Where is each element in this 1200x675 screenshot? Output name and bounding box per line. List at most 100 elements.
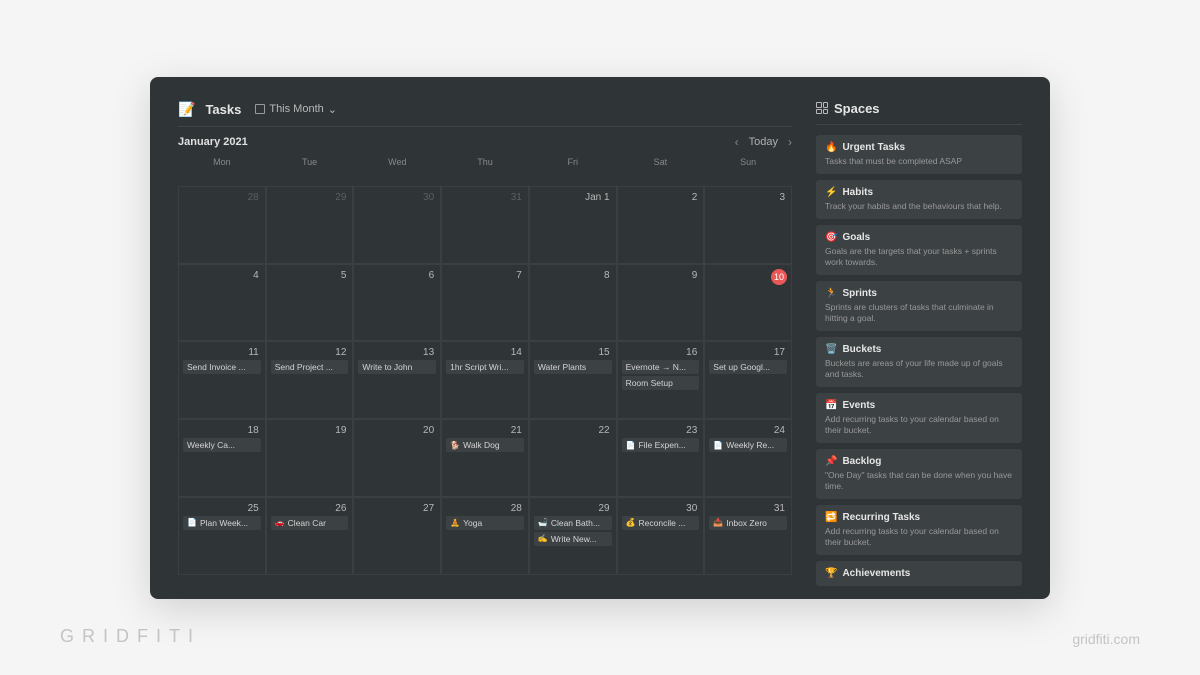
day-number: 13 [358,346,436,358]
calendar-event[interactable]: 📥Inbox Zero [709,516,787,530]
day-cell[interactable]: 16Evernote → N...Room Setup [617,341,705,419]
calendar-event[interactable]: 🧘Yoga [446,516,524,530]
day-cell[interactable]: 10 [704,264,792,342]
day-cell[interactable]: 3 [704,186,792,264]
calendar-event[interactable]: 🐕Walk Dog [446,438,524,452]
day-cell[interactable]: 28🧘Yoga [441,497,529,575]
weekday-label: Sat [617,153,705,187]
calendar-event[interactable]: Water Plants [534,360,612,374]
day-cell[interactable]: 12Send Project ... [266,341,354,419]
calendar-event[interactable]: 📄Plan Week... [183,516,261,530]
day-cell[interactable]: 5 [266,264,354,342]
space-title-text: Urgent Tasks [842,142,905,153]
day-cell[interactable]: 4 [178,264,266,342]
day-number: 17 [709,346,787,358]
day-cell[interactable]: 7 [441,264,529,342]
day-number: 8 [534,269,612,281]
day-cell[interactable]: 26🚗Clean Car [266,497,354,575]
space-card[interactable]: 🗑️BucketsBuckets are areas of your life … [816,337,1022,387]
day-cell[interactable]: 30 [353,186,441,264]
weekday-label: Sun [704,153,792,187]
space-card[interactable]: 🏃SprintsSprints are clusters of tasks th… [816,281,1022,331]
day-cell[interactable]: 141hr Script Wri... [441,341,529,419]
day-cell[interactable]: 8 [529,264,617,342]
space-title: ⚡Habits [825,187,1013,198]
day-cell[interactable]: 6 [353,264,441,342]
event-label: Write New... [551,534,597,544]
day-cell[interactable]: 29🛁Clean Bath...✍️Write New... [529,497,617,575]
day-cell[interactable]: 28 [178,186,266,264]
calendar-event[interactable]: Evernote → N... [622,360,700,374]
day-cell[interactable]: 31 📥Inbox Zero [704,497,792,575]
calendar-event[interactable]: 📄Weekly Re... [709,438,787,452]
day-cell[interactable]: 15 Water Plants [529,341,617,419]
day-cell[interactable]: 17 Set up Googl... [704,341,792,419]
day-cell[interactable]: 27 [353,497,441,575]
calendar-event[interactable]: ✍️Write New... [534,532,612,546]
day-cell[interactable]: 25📄Plan Week... [178,497,266,575]
day-cell[interactable]: 31 [441,186,529,264]
space-icon: 🎯 [825,232,837,243]
next-month-button[interactable]: › [788,135,792,149]
space-title: 🔁Recurring Tasks [825,512,1013,523]
space-card[interactable]: 🔁Recurring TasksAdd recurring tasks to y… [816,505,1022,555]
calendar-event[interactable]: Room Setup [622,376,700,390]
day-cell[interactable]: 21🐕Walk Dog [441,419,529,497]
space-card[interactable]: 📌Backlog"One Day" tasks that can be done… [816,449,1022,499]
day-number: 31 [709,502,787,514]
space-description: Tasks that must be completed ASAP [825,156,1013,167]
day-cell[interactable]: 24📄Weekly Re... [704,419,792,497]
day-number: 22 [534,424,612,436]
chevron-down-icon: ⌄ [328,103,337,116]
calendar-event[interactable]: Weekly Ca... [183,438,261,452]
space-description: Sprints are clusters of tasks that culmi… [825,302,1013,324]
calendar-event[interactable]: Write to John [358,360,436,374]
calendar-event[interactable]: Set up Googl... [709,360,787,374]
prev-month-button[interactable]: ‹ [735,135,739,149]
spaces-title: Spaces [834,101,880,116]
calendar-event[interactable]: 🛁Clean Bath... [534,516,612,530]
day-cell[interactable]: 23 📄File Expen... [617,419,705,497]
watermark-right: gridfiti.com [1072,631,1140,647]
day-cell[interactable]: 18Weekly Ca... [178,419,266,497]
day-cell[interactable]: 19 [266,419,354,497]
day-cell[interactable]: 20 [353,419,441,497]
day-cell[interactable]: 22 [529,419,617,497]
event-label: Water Plants [538,362,586,372]
today-button[interactable]: Today [749,136,778,148]
day-cell[interactable]: 29 [266,186,354,264]
space-title-text: Sprints [842,288,876,299]
day-cell[interactable]: 11Send Invoice ... [178,341,266,419]
space-card[interactable]: 🔥Urgent Tasks Tasks that must be complete… [816,135,1022,174]
event-label: Inbox Zero [726,518,767,528]
space-card[interactable]: 🏆Achievements [816,561,1022,586]
space-description: Add recurring tasks to your calendar bas… [825,414,1013,436]
page-title: Tasks [205,102,241,117]
day-cell[interactable]: 9 [617,264,705,342]
day-number: 31 [446,191,524,203]
day-number: 20 [358,424,436,436]
day-cell[interactable]: 2 [617,186,705,264]
space-card[interactable]: ⚡HabitsTrack your habits and the behavio… [816,180,1022,219]
tasks-icon: 📝 [178,101,195,118]
space-title: 📅Events [825,400,1013,411]
calendar-event[interactable]: 🚗Clean Car [271,516,349,530]
space-card[interactable]: 📅Events Add recurring tasks to your calen… [816,393,1022,443]
space-title: 🔥Urgent Tasks [825,142,1013,153]
app-window: 📝 Tasks This Month ⌄ January 2021 ‹ Toda… [150,77,1050,599]
day-cell[interactable]: 30💰Reconcile ... [617,497,705,575]
calendar-event[interactable]: Send Invoice ... [183,360,261,374]
calendar-event[interactable]: 1hr Script Wri... [446,360,524,374]
calendar-event[interactable]: 💰Reconcile ... [622,516,700,530]
space-description: "One Day" tasks that can be done when yo… [825,470,1013,492]
day-number: 15 [534,346,612,358]
calendar-event[interactable]: 📄File Expen... [622,438,700,452]
event-label: Room Setup [626,378,673,388]
calendar-event[interactable]: Send Project ... [271,360,349,374]
day-cell[interactable]: Jan 1 [529,186,617,264]
space-card[interactable]: 🎯GoalsGoals are the targets that your ta… [816,225,1022,275]
day-number: 23 [622,424,700,436]
day-cell[interactable]: 13 Write to John [353,341,441,419]
view-selector[interactable]: This Month ⌄ [255,103,337,116]
event-label: Yoga [463,518,482,528]
